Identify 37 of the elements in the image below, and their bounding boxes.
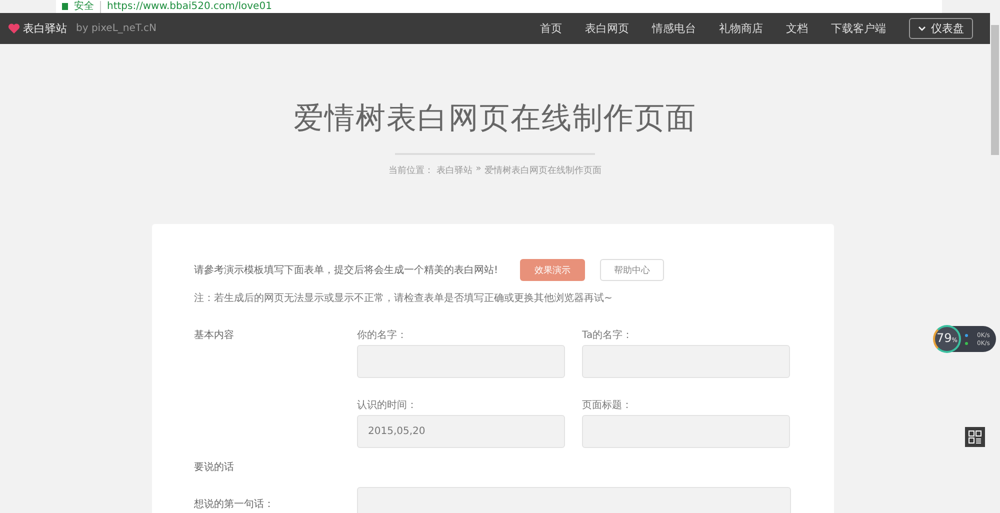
breadcrumb-label: 当前位置： — [388, 164, 434, 177]
section-title: 要说的话 — [194, 460, 235, 474]
field-label: Ta的名字： — [582, 328, 634, 342]
nav-link[interactable]: 文档 — [786, 21, 808, 36]
upload-dot-icon — [965, 334, 968, 336]
breadcrumb-current: 爱情树表白网页在线制作页面 — [484, 164, 602, 177]
url-text: https://www.bbai520.com/love01 — [107, 0, 272, 12]
input-field[interactable] — [357, 345, 565, 378]
input-field[interactable] — [357, 487, 791, 513]
address-bar[interactable]: 安全 https://www.bbai520.com/love01 — [56, 0, 942, 13]
brand-name[interactable]: 表白驿站 — [23, 21, 67, 36]
nav-link[interactable]: 情感电台 — [652, 21, 696, 36]
field-label: 认识的时间： — [357, 398, 418, 412]
dashboard-button[interactable]: 仪表盘 — [909, 18, 973, 39]
field-label: 想说的第一句话： — [194, 498, 275, 511]
input-field[interactable]: 2015,05,20 — [357, 415, 565, 448]
qr-code-icon[interactable] — [965, 427, 985, 447]
page-title: 爱情树表白网页在线制作页面 — [294, 100, 696, 138]
nav-link[interactable]: 下载客户端 — [831, 21, 886, 36]
breadcrumb-separator: » — [476, 164, 482, 176]
section-title: 基本内容 — [194, 328, 235, 343]
nav-link[interactable]: 首页 — [540, 21, 562, 36]
lock-icon — [62, 3, 68, 10]
field-label: 页面标题： — [582, 398, 633, 412]
field-label: 你的名字： — [357, 328, 408, 342]
heart-logo-icon — [8, 23, 20, 34]
intro-text: 请參考演示模板填写下面表单，提交后将会生成一个精美的表白网站! — [194, 264, 500, 277]
download-dot-icon — [965, 342, 968, 344]
usage-percent: 79 — [936, 331, 952, 345]
input-field[interactable] — [582, 415, 790, 448]
brand-byline: by pixeL_neT.cN — [76, 23, 156, 34]
nav-link[interactable]: 礼物商店 — [719, 21, 763, 36]
help-button[interactable]: 帮助中心 — [600, 259, 664, 281]
note-text: 注：若生成后的网页无法显示或显示不正常，请检查表单是否填写正确或更换其他浏览器再试~ — [194, 292, 614, 305]
nav-link[interactable]: 表白网页 — [585, 21, 629, 36]
chevron-down-icon — [918, 26, 926, 32]
input-field[interactable] — [582, 345, 790, 378]
